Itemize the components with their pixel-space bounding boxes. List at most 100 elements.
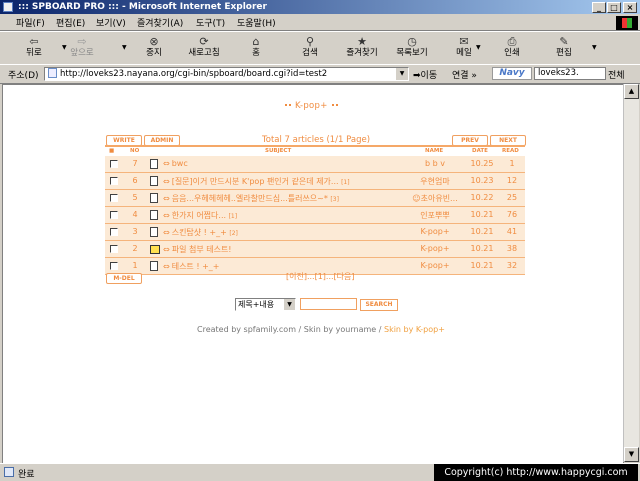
title-bar: ::: SPBOARD PRO ::: - Microsoft Internet… (0, 0, 640, 14)
close-button[interactable]: × (623, 2, 637, 13)
document-icon (150, 176, 158, 186)
row-checkbox[interactable] (110, 177, 118, 185)
row-subject-link[interactable]: ⇔ 스킨탑샷 ! +_+ [2] (163, 227, 238, 238)
back-arrow-icon: ⇦ (29, 35, 39, 48)
row-subject-link[interactable]: ⇔ bwc (163, 159, 188, 168)
menu-favorites[interactable]: 즐겨찾기(A) (137, 16, 183, 29)
row-subject-link[interactable]: ⇔ 한가지 어쩝다... [1] (163, 210, 237, 221)
row-author[interactable]: 우현엄마 (405, 176, 465, 187)
mail-dropdown-icon[interactable]: ▼ (476, 44, 481, 51)
forward-dropdown-icon[interactable]: ▼ (122, 44, 127, 51)
toolbar-label: 새로고침 (188, 48, 220, 58)
skin-credit-link[interactable]: Skin by K-pop+ (384, 325, 445, 334)
search-field-select[interactable]: 제목+내용 ▼ (235, 298, 296, 311)
menu-help[interactable]: 도움말(H) (237, 16, 276, 29)
chevron-down-icon[interactable]: ▼ (283, 299, 295, 310)
reply-arrow-icon: ⇔ (163, 245, 170, 254)
row-subject-link[interactable]: ⇔ 음음...우헤헤헤헤..엘라찰만드심...틀러쓰으~* [3] (163, 193, 339, 204)
toolbar-label: 목록보기 (396, 48, 428, 58)
table-row[interactable]: 7 ⇔ bwc b b v 10.25 1 (105, 156, 525, 173)
menu-file[interactable]: 파일(F) (16, 16, 45, 29)
board-search-input[interactable] (300, 298, 357, 310)
toolbar-favorites-button[interactable]: ★ 즐겨찾기 (340, 34, 384, 62)
navy-search-input[interactable]: loveks23. (534, 67, 606, 80)
back-dropdown-icon[interactable]: ▼ (62, 44, 67, 51)
board-search-button[interactable]: SEARCH (360, 299, 398, 311)
toolbar-edit-button[interactable]: ✎ 편집 (542, 34, 586, 62)
copyright-banner: Copyright(c) http://www.happycgi.com (434, 464, 638, 481)
menu-tools[interactable]: 도구(T) (196, 16, 225, 29)
picture-file-icon (150, 245, 160, 254)
table-row[interactable]: 5 ⇔ 음음...우헤헤헤헤..엘라찰만드심...틀러쓰으~* [3] ☺초아유빈..… (105, 190, 525, 207)
search-icon: ⚲ (305, 35, 315, 48)
row-author[interactable]: 인포뿌뿌 (405, 210, 465, 221)
toolbar-history-button[interactable]: ◷ 목록보기 (390, 34, 434, 62)
toolbar-search-button[interactable]: ⚲ 검색 (288, 34, 332, 62)
row-subject: 스킨탑샷 ! +_+ (171, 228, 227, 237)
stop-icon: ⊗ (149, 35, 159, 48)
row-read-count: 76 (506, 210, 518, 219)
row-number: 6 (132, 176, 138, 185)
scroll-up-icon[interactable]: ▲ (624, 84, 639, 99)
windows-logo-throbber (616, 16, 638, 30)
multi-delete-button[interactable]: M-DEL (106, 273, 142, 284)
select-column-icon: ■ (109, 148, 115, 154)
status-bar: 완료 Copyright(c) http://www.happycgi.com (0, 463, 640, 481)
row-checkbox[interactable] (110, 228, 118, 236)
row-author[interactable]: b b v (405, 159, 465, 168)
row-checkbox[interactable] (110, 262, 118, 270)
row-subject: 파일 첨부 테스트! (171, 245, 232, 254)
table-row[interactable]: 4 ⇔ 한가지 어쩝다... [1] 인포뿌뿌 10.21 76 (105, 207, 525, 224)
toolbar-back-arrow-button[interactable]: ⇦ 뒤로 (12, 34, 56, 62)
total-articles: Total 7 articles (1/1 Page) (262, 135, 371, 145)
table-row[interactable]: 2 ⇔ 파일 첨부 테스트! K-pop+ 10.21 38 (105, 241, 525, 258)
row-date: 10.25 (470, 159, 494, 168)
document-icon (150, 261, 158, 271)
go-button[interactable]: ➡이동 (413, 68, 437, 81)
row-read-count: 25 (506, 193, 518, 202)
links-button[interactable]: 연결 » (452, 68, 477, 81)
row-subject: bwc (171, 159, 188, 168)
row-author[interactable]: K-pop+ (405, 244, 465, 253)
toolbar-stop-button[interactable]: ⊗ 중지 (132, 34, 176, 62)
address-dropdown-icon[interactable]: ▼ (395, 68, 408, 80)
row-checkbox[interactable] (110, 245, 118, 253)
row-number: 3 (132, 227, 138, 236)
table-row[interactable]: 3 ⇔ 스킨탑샷 ! +_+ [2] K-pop+ 10.21 41 (105, 224, 525, 241)
row-subject-link[interactable]: ⇔ 파일 첨부 테스트! (163, 244, 232, 255)
row-author[interactable]: K-pop+ (405, 261, 465, 270)
toolbar-print-button[interactable]: ⎙ 인쇄 (490, 34, 534, 62)
address-bar: 주소(D) http://loveks23.nayana.org/cgi-bin… (0, 64, 640, 84)
row-checkbox[interactable] (110, 160, 118, 168)
vertical-scrollbar[interactable]: ▲ ▼ (623, 84, 639, 462)
table-header-rule (105, 145, 525, 147)
menu-edit[interactable]: 편집(E) (56, 16, 85, 29)
row-author[interactable]: ☺초아유빈... (405, 193, 465, 204)
row-comment-count: [1] (341, 179, 350, 186)
mail-icon: ✉ (459, 35, 469, 48)
toolbar-home-button[interactable]: ⌂ 홈 (234, 34, 278, 62)
navy-scope-label[interactable]: 전체 (608, 68, 625, 81)
row-checkbox[interactable] (110, 211, 118, 219)
board-title: K-pop+ (284, 101, 339, 111)
toolbar-refresh-button[interactable]: ⟳ 새로고침 (182, 34, 226, 62)
page-icon (48, 68, 57, 78)
address-input[interactable]: http://loveks23.nayana.org/cgi-bin/spboa… (44, 67, 409, 81)
row-checkbox[interactable] (110, 194, 118, 202)
scroll-down-icon[interactable]: ▼ (624, 447, 639, 462)
row-subject: 테스트 ! +_+ (171, 262, 220, 271)
credits: Created by spfamily.com / Skin by yourna… (197, 325, 445, 334)
row-subject-link[interactable]: ⇔ 테스트 ! +_+ (163, 261, 219, 272)
pagination[interactable]: [이전]...[1]...[다음] (286, 271, 355, 282)
maximize-button[interactable]: □ (607, 2, 621, 13)
row-date: 10.21 (470, 244, 494, 253)
row-subject-link[interactable]: ⇔ [질문]이거 만드시분 K'pop 팬인거 같은데 제가... [1] (163, 176, 350, 187)
menu-view[interactable]: 보기(V) (96, 16, 126, 29)
edit-dropdown-icon[interactable]: ▼ (592, 44, 597, 51)
toolbar-label: 인쇄 (504, 48, 520, 58)
toolbar-label: 편집 (556, 48, 572, 58)
table-row[interactable]: 6 ⇔ [질문]이거 만드시분 K'pop 팬인거 같은데 제가... [1] 우현엄… (105, 173, 525, 190)
favorites-icon: ★ (357, 35, 367, 48)
row-author[interactable]: K-pop+ (405, 227, 465, 236)
minimize-button[interactable]: _ (592, 2, 606, 13)
